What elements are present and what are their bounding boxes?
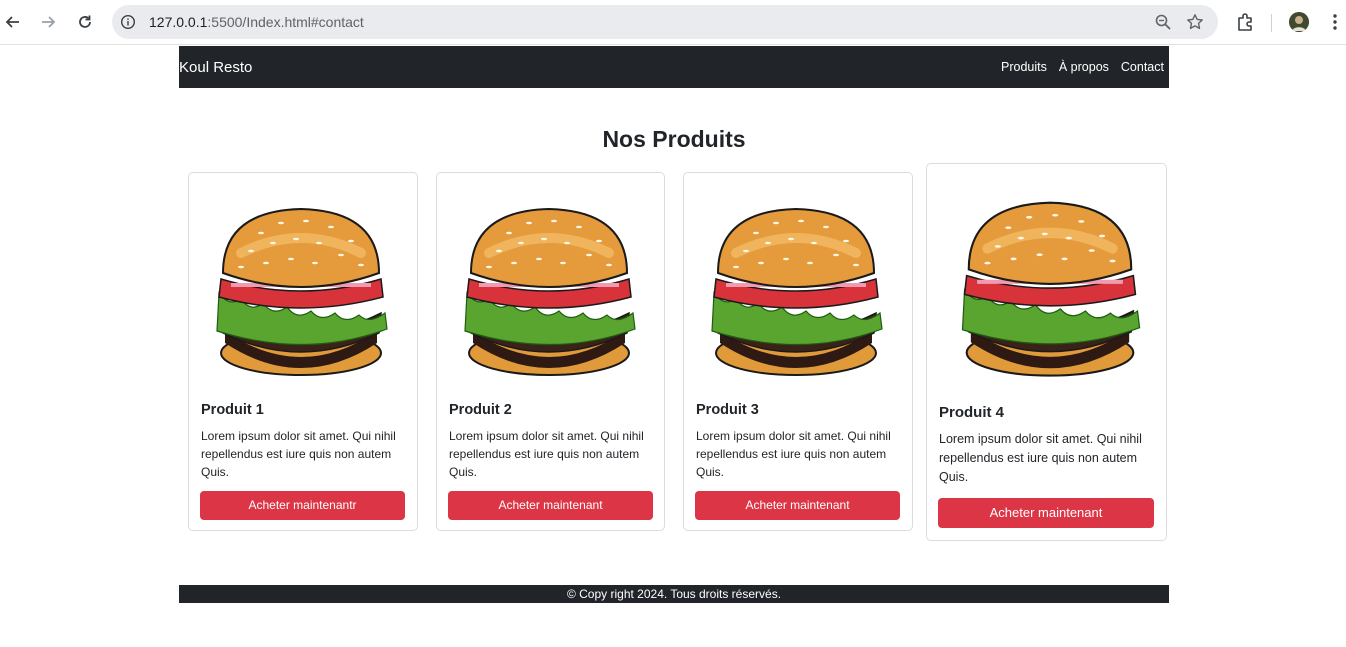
buy-now-button[interactable]: Acheter maintenant <box>448 491 653 520</box>
nav-link-a-propos[interactable]: À propos <box>1059 60 1109 74</box>
product-description: Lorem ipsum dolor sit amet. Qui nihil re… <box>696 429 891 479</box>
zoom-icon[interactable] <box>1154 13 1172 31</box>
url-path: :5500/Index.html#contact <box>207 14 364 30</box>
burger-image <box>459 193 639 385</box>
product-title: Produit 2 <box>449 402 512 418</box>
product-title: Produit 1 <box>201 402 264 418</box>
product-description: Lorem ipsum dolor sit amet. Qui nihil re… <box>201 429 396 479</box>
product-title: Produit 3 <box>696 402 759 418</box>
forward-arrow-icon[interactable] <box>37 11 59 33</box>
burger-image <box>955 186 1145 386</box>
buy-now-button[interactable]: Acheter maintenant <box>695 491 900 520</box>
address-bar[interactable]: 127.0.0.1:5500/Index.html#contact <box>112 5 1218 39</box>
product-card: Produit 3 Lorem ipsum dolor sit amet. Qu… <box>683 172 913 531</box>
url-host: 127.0.0.1 <box>149 14 208 30</box>
browser-toolbar: 127.0.0.1:5500/Index.html#contact <box>0 0 1346 45</box>
bookmark-star-icon[interactable] <box>1186 13 1204 31</box>
product-description: Lorem ipsum dolor sit amet. Qui nihil re… <box>939 432 1142 484</box>
toolbar-divider <box>1271 14 1272 32</box>
burger-image <box>706 193 886 385</box>
buy-now-button[interactable]: Acheter maintenantr <box>200 491 405 520</box>
site-header: Koul Resto Produits À propos Contact <box>179 46 1169 88</box>
product-description: Lorem ipsum dolor sit amet. Qui nihil re… <box>449 429 644 479</box>
section-title: Nos Produits <box>602 126 746 152</box>
burger-image <box>211 193 391 385</box>
site-info-icon[interactable] <box>120 14 136 30</box>
extensions-puzzle-icon[interactable] <box>1235 11 1257 33</box>
reload-icon[interactable] <box>74 11 96 33</box>
brand-logo-text[interactable]: Koul Resto <box>179 59 252 76</box>
back-arrow-icon[interactable] <box>2 11 24 33</box>
nav-link-contact[interactable]: Contact <box>1121 60 1164 74</box>
product-title: Produit 4 <box>939 404 1005 421</box>
buy-now-button[interactable]: Acheter maintenant <box>938 498 1154 528</box>
main-nav: Produits À propos Contact <box>1001 60 1164 74</box>
product-card-hovered: Produit 4 Lorem ipsum dolor sit amet. Qu… <box>926 163 1167 541</box>
site-footer: © Copy right 2024. Tous droits réservés. <box>179 585 1169 603</box>
product-card: Produit 2 Lorem ipsum dolor sit amet. Qu… <box>436 172 665 531</box>
profile-avatar[interactable] <box>1289 12 1309 32</box>
url-text: 127.0.0.1:5500/Index.html#contact <box>149 14 364 30</box>
more-menu-icon[interactable] <box>1326 12 1344 32</box>
product-card: Produit 1 Lorem ipsum dolor sit amet. Qu… <box>188 172 418 531</box>
nav-link-produits[interactable]: Produits <box>1001 60 1047 74</box>
